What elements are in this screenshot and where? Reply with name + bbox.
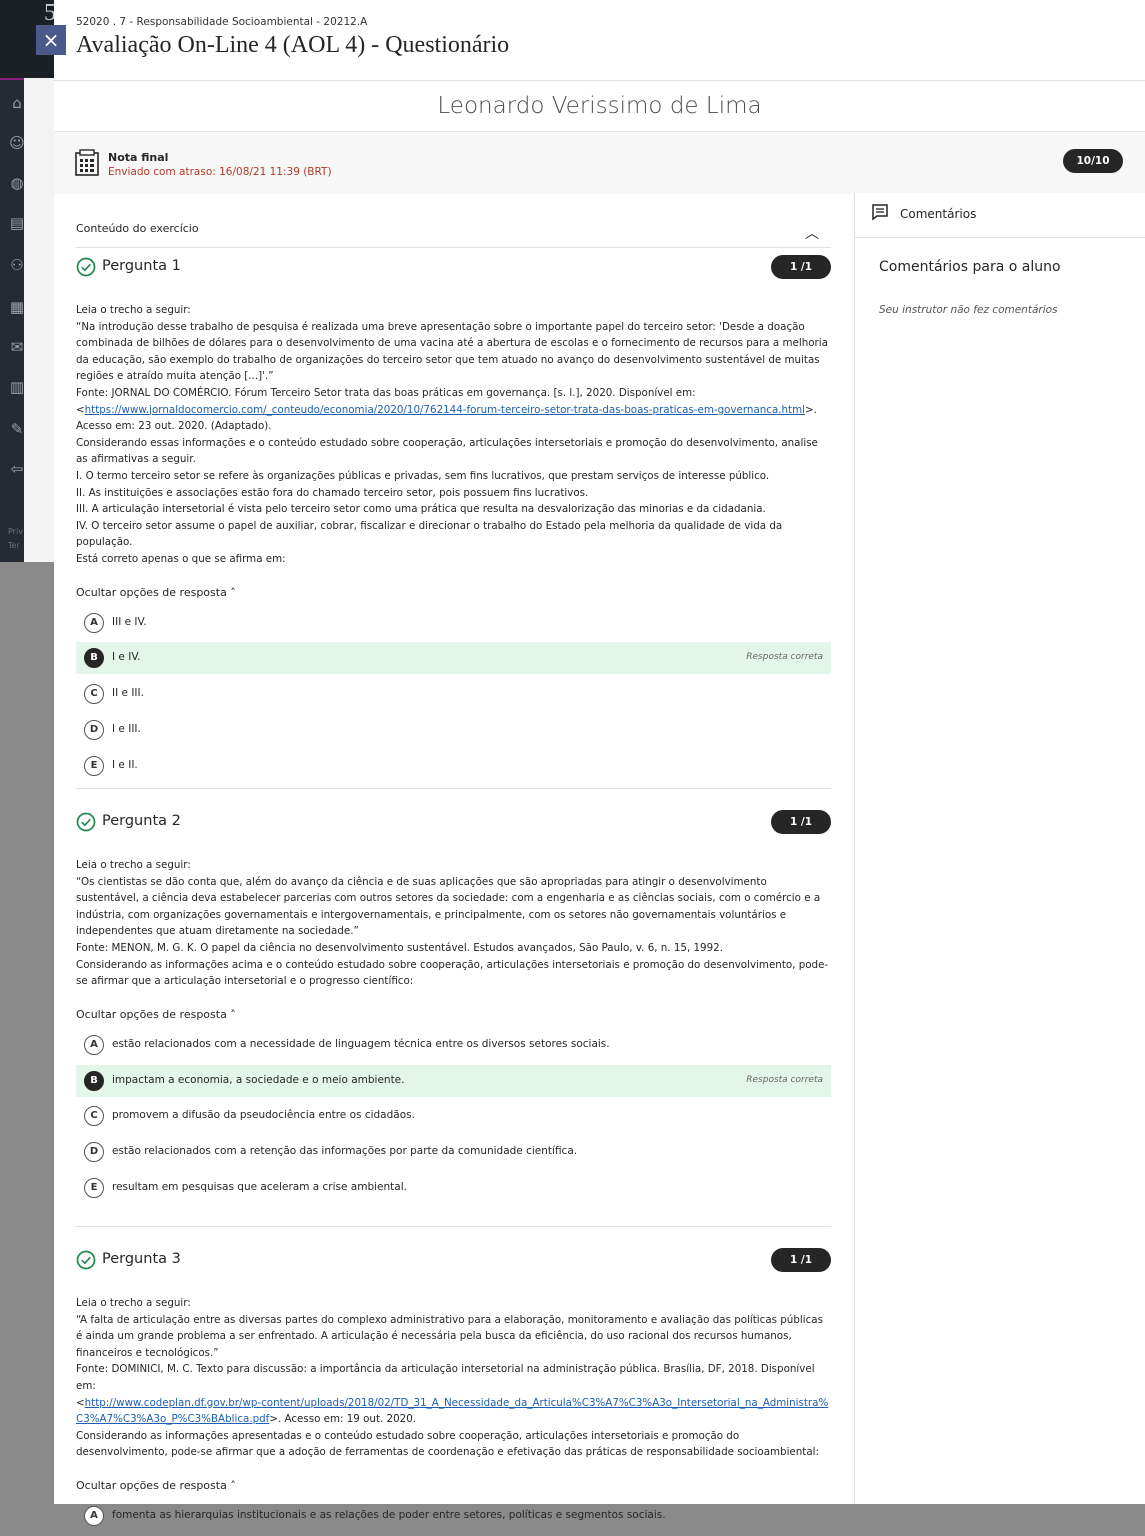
profile-icon[interactable]: ☺ (8, 134, 26, 152)
answer-option[interactable]: Eresultam em pesquisas que aceleram a cr… (76, 1172, 831, 1204)
final-grade-label: Nota final (108, 151, 169, 164)
answer-option[interactable]: A III e IV. (76, 607, 831, 639)
question-3: Pergunta 3 1 /1 Leia o trecho a seguir: … (76, 1247, 831, 1536)
hide-options-toggle[interactable]: Ocultar opções de resposta ˄ (76, 1479, 831, 1492)
chevron-up-icon: ˄ (230, 585, 236, 599)
chevron-up-icon: ˄ (230, 1478, 236, 1492)
answer-options: A III e IV. BI e IV. Resposta correta C II … (76, 607, 831, 782)
check-circle-icon (76, 1250, 96, 1270)
question-text: Leia o trecho a seguir: “Os cientistas s… (76, 859, 829, 988)
page-title: Avaliação On-Line 4 (AOL 4) - Questionár… (76, 32, 510, 58)
privacy-text[interactable]: Priv Ter (8, 525, 23, 553)
comments-title: Comentários para o aluno (879, 259, 1061, 275)
messages-icon[interactable]: ✉ (8, 338, 26, 356)
hide-options-toggle[interactable]: Ocultar opções de resposta ˄ (76, 586, 831, 599)
question-header: Pergunta 2 1 /1 (76, 809, 831, 837)
question-text: Leia o trecho a seguir: “Na introdução d… (76, 304, 828, 565)
question-score-badge: 1 /1 (771, 255, 831, 279)
comments-tab[interactable]: Comentários (855, 193, 1145, 238)
chevron-up-icon: ˄ (230, 1007, 236, 1021)
question-1: Pergunta 1 1 /1 Leia o trecho a seguir: … (76, 254, 831, 785)
question-score-badge: 1 /1 (771, 810, 831, 834)
answer-option-correct[interactable]: BI e IV. Resposta correta (76, 642, 831, 675)
correct-answer-tag: Resposta correta (746, 652, 823, 663)
question-title: Pergunta 2 (102, 813, 181, 829)
tools-icon[interactable]: ✎ (8, 420, 26, 438)
gradebook-icon (75, 149, 99, 176)
source-link[interactable]: https://www.jornaldocomercio.com/_conteu… (85, 404, 805, 416)
institution-icon[interactable]: ⌂ (8, 94, 26, 112)
check-circle-icon (76, 812, 96, 832)
source-link[interactable]: http://www.codeplan.df.gov.br/wp-content… (76, 1397, 828, 1426)
check-circle-icon (76, 257, 96, 277)
close-button[interactable]: × (36, 25, 66, 55)
answer-option[interactable]: C II e III. (76, 678, 831, 710)
question-score-badge: 1 /1 (771, 1248, 831, 1272)
question-divider (76, 1226, 831, 1227)
question-header: Pergunta 3 1 /1 (76, 1247, 831, 1275)
question-title: Pergunta 3 (102, 1251, 181, 1267)
chevron-up-icon[interactable]: ︿ (805, 223, 819, 243)
answer-option[interactable]: Afomenta as hierarquias institucionais e… (76, 1500, 831, 1532)
final-grade-bar: Nota final Enviado com atraso: 16/08/21 … (54, 131, 1145, 194)
answer-option[interactable]: Cpromovem a difusão da pseudociência ent… (76, 1100, 831, 1132)
question-header: Pergunta 1 1 /1 (76, 254, 831, 282)
answer-option[interactable]: EI e II. (76, 750, 831, 782)
answer-option[interactable]: Destão relacionados com a retenção das i… (76, 1136, 831, 1168)
question-title: Pergunta 1 (102, 258, 181, 274)
course-breadcrumb: 52020 . 7 - Responsabilidade Socioambien… (76, 16, 368, 28)
globe-icon[interactable]: ◍ (8, 174, 26, 192)
final-grade-badge: 10/10 (1063, 149, 1123, 173)
grading-panel: 52020 . 7 - Responsabilidade Socioambien… (36, 0, 1145, 1526)
signout-icon[interactable]: ⇦ (8, 460, 26, 478)
comments-tab-label: Comentários (900, 207, 977, 221)
comment-icon (872, 204, 888, 221)
answer-options: Afomenta as hierarquias institucionais e… (76, 1500, 831, 1532)
correct-answer-tag: Resposta correta (746, 1074, 823, 1085)
comments-empty-text: Seu instrutor não fez comentários (879, 304, 1058, 316)
answer-option[interactable]: Aestão relacionados com a necessidade de… (76, 1029, 831, 1061)
background-nav-icons: ⌂ ☺ ◍ ▤ ⚇ ▦ ✉ ▥ ✎ ⇦ Priv Ter (0, 0, 54, 562)
hide-options-toggle[interactable]: Ocultar opções de resposta ˄ (76, 1008, 831, 1021)
grades-icon[interactable]: ▥ (8, 378, 26, 396)
exercise-content-label: Conteúdo do exercício (76, 222, 199, 235)
panel-header: 52020 . 7 - Responsabilidade Socioambien… (54, 0, 1145, 81)
exercise-content-header[interactable]: Conteúdo do exercício ︿ (76, 221, 831, 248)
answer-option[interactable]: DI e III. (76, 714, 831, 746)
student-name: Leonardo Verissimo de Lima (437, 93, 762, 119)
question-divider (76, 788, 831, 789)
late-submission-text: Enviado com atraso: 16/08/21 11:39 (BRT) (108, 166, 332, 178)
groups-icon[interactable]: ⚇ (8, 256, 26, 274)
comments-panel: Comentários Comentários para o aluno Seu… (854, 193, 1145, 1504)
question-text: Leia o trecho a seguir: “A falta de arti… (76, 1297, 829, 1459)
question-2: Pergunta 2 1 /1 Leia o trecho a seguir: … (76, 809, 831, 1208)
answer-option-correct[interactable]: Bimpactam a economia, a sociedade e o me… (76, 1064, 831, 1097)
courses-icon[interactable]: ▤ (8, 214, 26, 232)
calendar-icon[interactable]: ▦ (8, 298, 26, 316)
answer-options: Aestão relacionados com a necessidade de… (76, 1029, 831, 1204)
